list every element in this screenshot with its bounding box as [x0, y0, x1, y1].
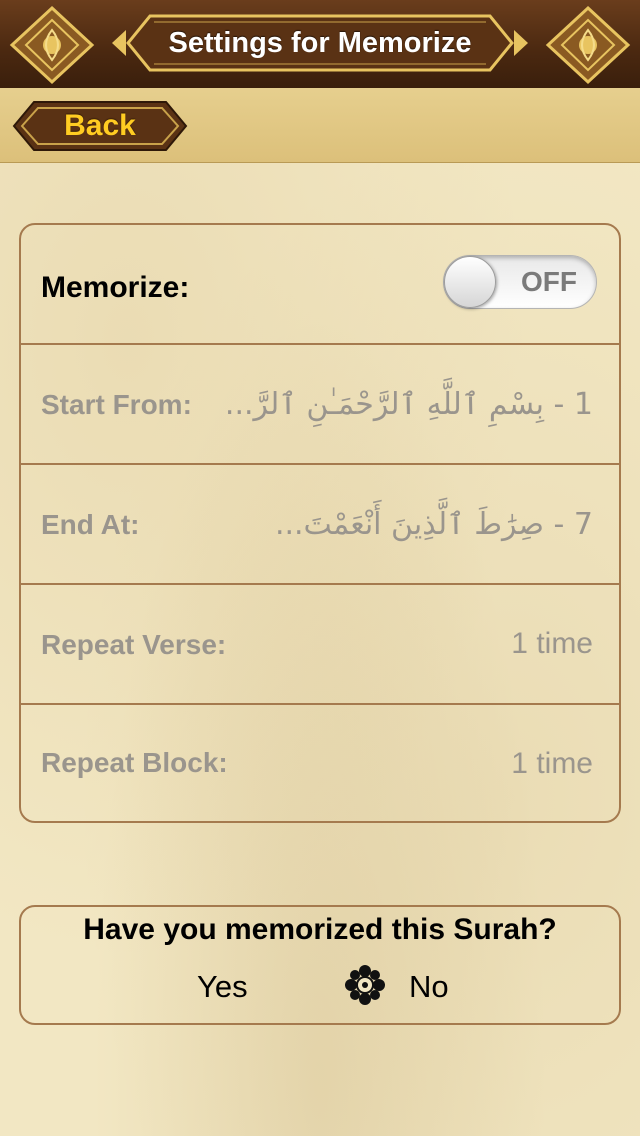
repeat-verse-label: Repeat Verse: — [41, 629, 227, 660]
repeat-block-label: Repeat Block: — [41, 747, 228, 778]
memorized-question-box: Have you memorized this Surah? Yes No — [19, 905, 621, 1025]
page-title: Settings for Memorize — [168, 27, 472, 59]
navigation-header: Settings for Memorize — [0, 0, 640, 88]
no-option[interactable]: No — [409, 969, 449, 1005]
end-at-row[interactable]: End At: 7 - صِرَٰطَ ٱلَّذِينَ أَنْعَمْتَ… — [21, 465, 619, 585]
repeat-verse-row[interactable]: Repeat Verse: 1 time — [21, 585, 619, 705]
memorize-toggle[interactable]: OFF — [443, 255, 597, 309]
memorize-label: Memorize: — [41, 271, 190, 304]
start-from-value: 1 - بِسْمِ ٱللَّهِ ٱلرَّحْمَـٰنِ ٱلرَّ..… — [224, 387, 593, 422]
repeat-block-row[interactable]: Repeat Block: 1 time — [21, 705, 619, 821]
start-from-label: Start From: — [41, 389, 192, 420]
flower-icon — [345, 965, 385, 1005]
yes-option[interactable]: Yes — [197, 969, 248, 1005]
back-button-label[interactable]: Back — [10, 96, 190, 156]
toggle-state-label: OFF — [521, 266, 577, 297]
start-from-row[interactable]: Start From: 1 - بِسْمِ ٱللَّهِ ٱلرَّحْمَ… — [21, 345, 619, 465]
toggle-knob[interactable] — [444, 256, 496, 308]
ornament-icon — [545, 5, 631, 85]
end-at-value: 7 - صِرَٰطَ ٱلَّذِينَ أَنْعَمْتَ... — [274, 507, 593, 542]
end-at-label: End At: — [41, 509, 140, 540]
ornament-icon — [9, 5, 95, 85]
settings-group: Memorize: OFF Start From: 1 - بِسْمِ ٱلل… — [19, 223, 621, 823]
question-text: Have you memorized this Surah? — [83, 913, 557, 946]
memorize-row: Memorize: OFF — [21, 225, 619, 345]
repeat-block-value: 1 time — [511, 747, 593, 780]
repeat-verse-value: 1 time — [511, 627, 593, 660]
